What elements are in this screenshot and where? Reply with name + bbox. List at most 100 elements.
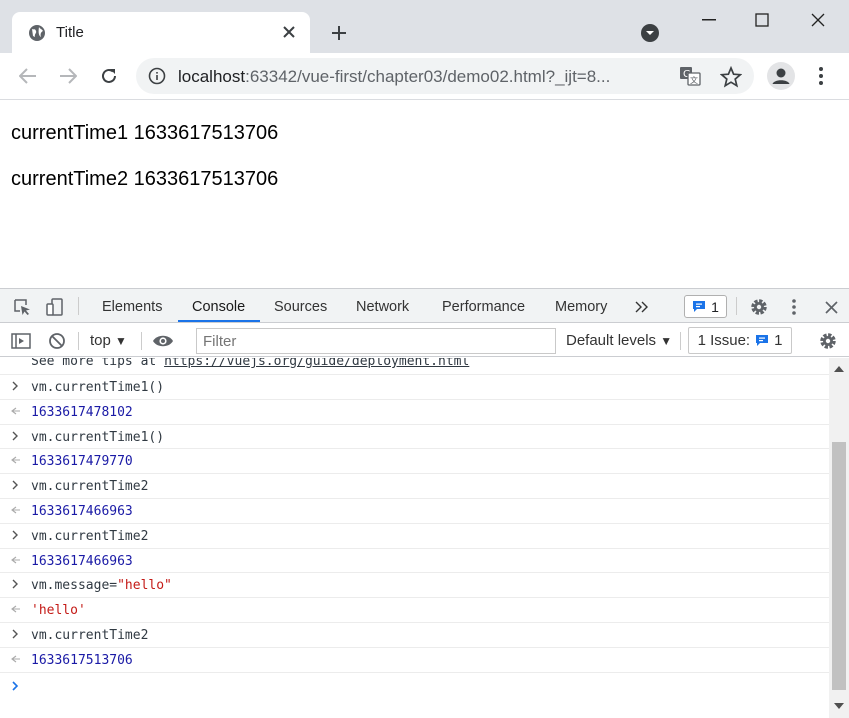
issues-count: 1 — [774, 332, 783, 349]
tab-memory[interactable]: Memory — [555, 299, 607, 315]
reload-icon[interactable] — [95, 62, 123, 90]
input-chevron-icon — [12, 381, 18, 391]
translate-icon[interactable]: G 文 — [679, 66, 701, 86]
console-result-row: 'hello' — [0, 598, 829, 623]
svg-text:文: 文 — [690, 75, 698, 85]
bookmark-star-icon[interactable] — [720, 66, 742, 88]
console-command: vm.currentTime1() — [31, 380, 165, 395]
prompt-chevron-icon — [12, 680, 19, 691]
console-tip-line: See more tips at https://vuejs.org/guide… — [0, 358, 829, 375]
command-text: vm.message= — [31, 578, 118, 594]
tab-elements[interactable]: Elements — [102, 299, 162, 315]
divider — [141, 332, 142, 350]
tab-title: Title — [56, 24, 84, 41]
console-output[interactable]: See more tips at https://vuejs.org/guide… — [0, 358, 829, 718]
minimize-icon[interactable] — [694, 6, 724, 34]
result-arrow-icon — [11, 605, 20, 613]
console-input-row: vm.message="hello" — [0, 573, 829, 599]
tab-performance[interactable]: Performance — [442, 299, 525, 315]
settings-gear-icon[interactable] — [748, 296, 770, 318]
sidebar-toggle-icon[interactable] — [10, 330, 32, 352]
console-result: 1633617466963 — [31, 553, 133, 569]
input-chevron-icon — [12, 530, 18, 540]
device-toolbar-icon[interactable] — [44, 296, 66, 318]
scroll-down-icon[interactable] — [833, 701, 845, 711]
console-result-row: 1633617479770 — [0, 449, 829, 475]
messages-count: 1 — [711, 298, 719, 315]
log-levels-dropdown[interactable]: Default levels ▼ — [566, 332, 672, 349]
input-chevron-icon — [12, 629, 18, 639]
window-close-icon[interactable] — [803, 6, 833, 34]
more-tabs-icon[interactable] — [631, 296, 653, 318]
dropdown-arrow-icon: ▼ — [660, 334, 673, 348]
issue-message-icon — [756, 335, 769, 346]
console-result-row: 1633617466963 — [0, 499, 829, 524]
console-result: 1633617479770 — [31, 454, 133, 470]
maximize-icon[interactable] — [747, 6, 777, 34]
console-command: vm.currentTime2 — [31, 528, 149, 544]
console-input-row: vm.currentTime2 — [0, 474, 829, 499]
scroll-thumb[interactable] — [832, 442, 846, 690]
result-arrow-icon — [11, 506, 20, 514]
profile-avatar-icon[interactable] — [767, 62, 795, 90]
console-settings-gear-icon[interactable] — [817, 330, 839, 352]
log-levels-label: Default levels — [566, 332, 657, 349]
command-string: "hello" — [117, 578, 172, 594]
tab-sources[interactable]: Sources — [274, 299, 327, 315]
console-result-row: 1633617513706 — [0, 648, 829, 673]
tip-text: See more tips at — [31, 358, 165, 369]
inspect-element-icon[interactable] — [11, 296, 33, 318]
clear-console-icon[interactable] — [46, 330, 68, 352]
address-bar[interactable]: localhost:63342/vue-first/chapter03/demo… — [136, 58, 754, 94]
divider — [680, 332, 681, 350]
forward-arrow-icon[interactable] — [54, 62, 82, 90]
active-tab-indicator — [178, 320, 260, 322]
info-icon[interactable] — [148, 67, 166, 85]
input-chevron-icon — [12, 480, 18, 490]
issues-label: 1 Issue: — [697, 332, 751, 349]
devtools-panel: Elements Console Sources Network Perform… — [0, 288, 849, 718]
dropdown-arrow-icon: ▼ — [115, 334, 127, 348]
current-time1-text: currentTime1 1633617513706 — [11, 122, 279, 144]
console-scrollbar[interactable] — [829, 358, 849, 718]
console-input-row: vm.currentTime2 — [0, 623, 829, 648]
console-result-row: 1633617478102 — [0, 400, 829, 425]
console-prompt[interactable] — [0, 673, 829, 703]
browser-toolbar: localhost:63342/vue-first/chapter03/demo… — [0, 53, 849, 100]
browser-menu-icon[interactable] — [812, 64, 830, 88]
console-toolbar: top ▼ Default levels ▼ 1 Issue: 1 — [0, 324, 849, 357]
tab-console[interactable]: Console — [192, 299, 245, 315]
url-text[interactable]: localhost:63342/vue-first/chapter03/demo… — [178, 67, 610, 87]
issues-button[interactable]: 1 Issue: 1 — [688, 327, 792, 354]
console-command: vm.currentTime2 — [31, 479, 149, 495]
divider — [736, 297, 737, 315]
live-expression-eye-icon[interactable] — [152, 330, 174, 352]
tab-close-icon[interactable] — [278, 21, 300, 43]
url-host: localhost — [178, 67, 246, 86]
tab-strip: Title — [0, 0, 849, 53]
current-time2-text: currentTime2 1633617513706 — [11, 168, 279, 190]
scroll-up-icon[interactable] — [833, 364, 845, 374]
devtools-menu-icon[interactable] — [783, 296, 805, 318]
context-value: top — [90, 332, 111, 349]
browser-tab[interactable]: Title — [12, 12, 310, 53]
input-chevron-icon — [12, 431, 18, 441]
context-selector[interactable]: top ▼ — [90, 332, 127, 349]
console-result: 1633617478102 — [31, 404, 133, 420]
back-arrow-icon[interactable] — [14, 62, 42, 90]
console-filter-input[interactable] — [196, 328, 556, 354]
message-icon — [693, 301, 706, 312]
close-devtools-icon[interactable] — [820, 296, 842, 318]
tab-search-icon[interactable] — [638, 21, 662, 45]
console-result: 'hello' — [31, 603, 86, 619]
console-result: 1633617513706 — [31, 652, 133, 668]
tab-network[interactable]: Network — [356, 299, 409, 315]
console-command: vm.message="hello" — [31, 578, 172, 593]
console-input-row: vm.currentTime1() — [0, 425, 829, 450]
globe-icon — [29, 25, 45, 41]
tip-link[interactable]: https://vuejs.org/guide/deployment.html — [164, 358, 469, 369]
result-arrow-icon — [11, 456, 20, 464]
messages-badge[interactable]: 1 — [684, 295, 727, 318]
new-tab-icon[interactable] — [326, 20, 352, 46]
divider — [78, 332, 79, 350]
